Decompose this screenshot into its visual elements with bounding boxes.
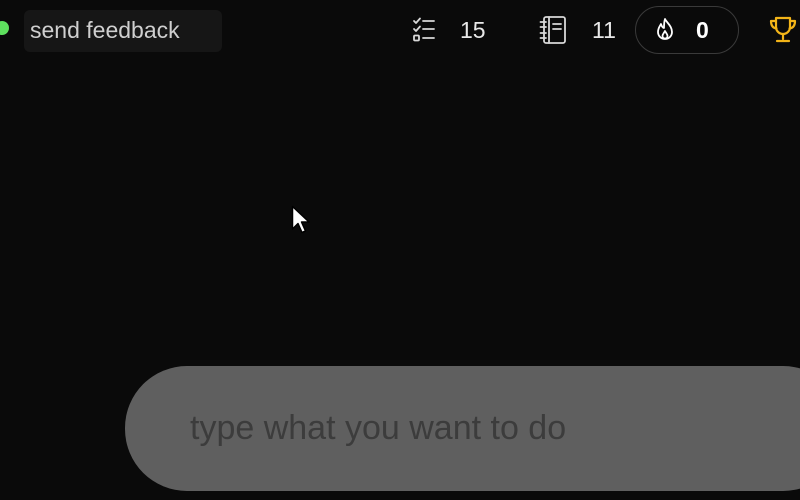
command-input[interactable] [125,366,800,491]
tasks-count: 15 [460,16,486,43]
streak-badge[interactable]: 0 [635,6,739,54]
send-feedback-button[interactable]: send feedback [24,10,222,52]
notes-count: 11 [592,16,616,43]
streak-count: 0 [696,16,709,43]
tasks-counter[interactable]: 15 [412,10,486,50]
notes-counter[interactable]: 11 [538,10,616,50]
checklist-icon [412,17,436,43]
flame-icon [653,17,677,43]
mouse-pointer-icon [291,205,313,242]
status-indicator [0,21,9,35]
trophy-button[interactable] [768,16,798,49]
notebook-icon [538,15,568,45]
app-window: send feedback 15 11 0 type what you want… [0,0,800,500]
trophy-icon [768,16,798,49]
